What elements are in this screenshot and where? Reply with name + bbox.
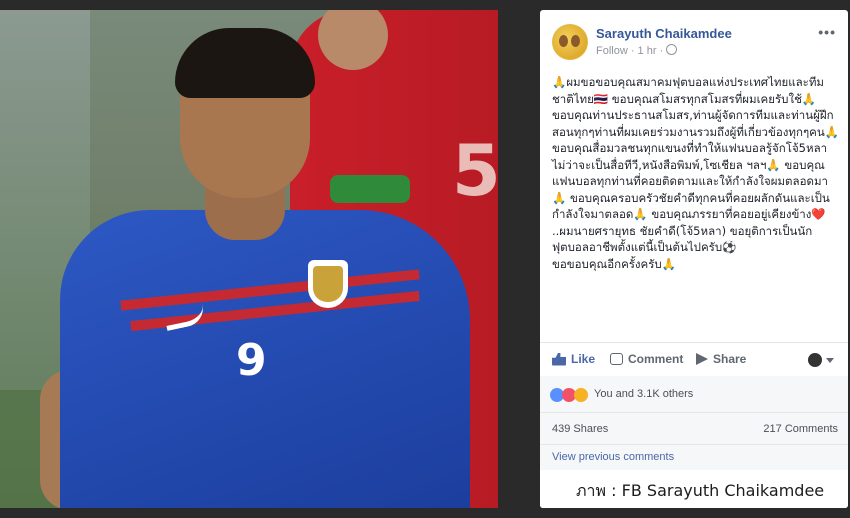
post-paragraph: 🙏ผมขอขอบคุณสมาคมฟุตบอลแห่งประเทศไทยและที… [552, 75, 839, 221]
football-player-photo: 5 9 [0, 10, 498, 508]
avatar-figure [571, 35, 580, 47]
comments-count[interactable]: 217 Comments [763, 423, 838, 435]
post-meta-text: Follow · 1 hr · [596, 45, 664, 57]
player-hair [175, 28, 315, 98]
share-label: Share [713, 352, 747, 366]
shares-count[interactable]: 439 Shares [552, 423, 608, 435]
reactions-summary[interactable]: You and 3.1K others [594, 388, 693, 400]
globe-icon [666, 44, 678, 55]
share-button[interactable]: Share [696, 352, 746, 366]
comment-button[interactable]: Comment [610, 352, 683, 366]
opponent-armband [330, 175, 410, 203]
photo-credit-text: ภาพ : FB Sarayuth Chaikamdee [576, 481, 825, 500]
view-previous-comments-link[interactable]: View previous comments [552, 451, 674, 463]
post-meta: Follow · 1 hr · [596, 44, 678, 57]
chevron-down-icon[interactable] [826, 358, 834, 363]
post-text: 🙏ผมขอขอบคุณสมาคมฟุตบอลแห่งประเทศไทยและที… [552, 74, 840, 272]
like-label: Like [571, 352, 596, 366]
view-previous-comments: View previous comments [540, 444, 848, 471]
share-icon [696, 353, 708, 365]
like-button[interactable]: Like [552, 352, 595, 366]
thumbs-up-icon [552, 352, 566, 366]
opponent-jersey-number: 5 [452, 130, 498, 212]
post-author-name[interactable]: Sarayuth Chaikamdee [596, 26, 732, 41]
post-actions-bar: Like Comment Share [540, 342, 848, 378]
comment-label: Comment [628, 352, 684, 366]
facebook-post-card: Sarayuth Chaikamdee Follow · 1 hr · ••• … [540, 10, 848, 508]
avatar-figure [559, 35, 568, 47]
post-header: Sarayuth Chaikamdee Follow · 1 hr · ••• [540, 10, 848, 65]
sad-reaction-icon [574, 388, 588, 402]
player-jersey-number: 9 [236, 335, 267, 386]
team-crest-inner [313, 266, 343, 302]
reactions-row[interactable]: You and 3.1K others [540, 376, 848, 412]
reaction-selector-avatar[interactable] [808, 353, 822, 367]
avatar[interactable] [552, 24, 588, 60]
more-options-icon[interactable]: ••• [818, 24, 836, 40]
post-paragraph: ขอขอบคุณอีกครั้งครับ🙏 [552, 256, 677, 271]
photo-credit: ภาพ : FB Sarayuth Chaikamdee [540, 470, 848, 508]
comment-icon [610, 353, 623, 365]
post-paragraph: ..ผมนายศรายุทธ ชัยคำดี(โจ้5หลา) ขอยุติกา… [552, 223, 813, 255]
engagement-counts: 439 Shares 217 Comments [540, 412, 848, 445]
